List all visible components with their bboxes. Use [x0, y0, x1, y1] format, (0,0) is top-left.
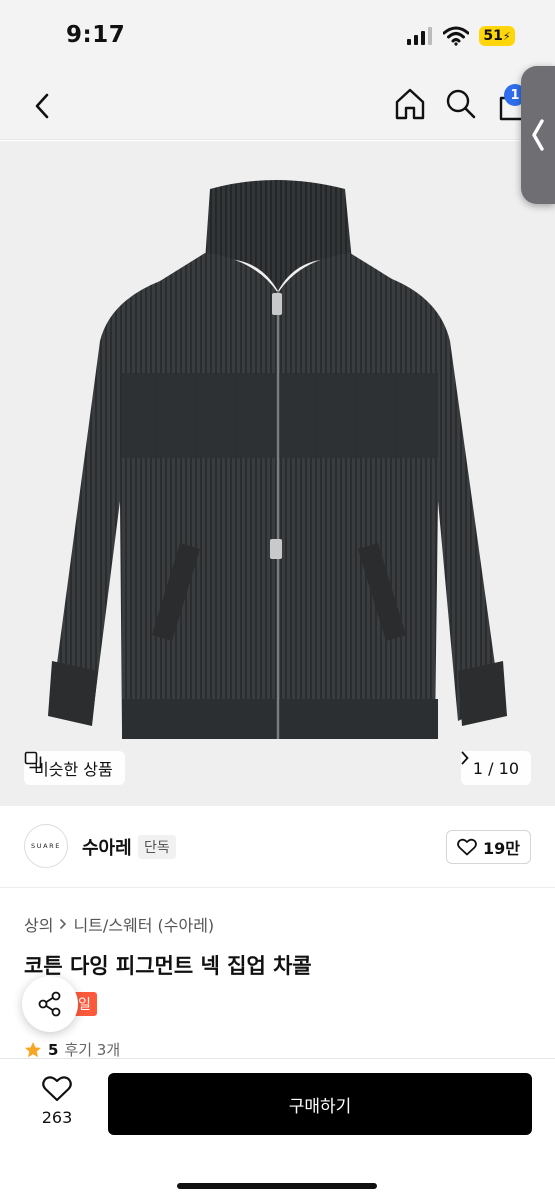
heart-icon [457, 838, 477, 856]
battery-icon: 51 ⚡ [479, 26, 515, 46]
heart-icon [42, 1076, 72, 1102]
image-counter-button[interactable]: 1 / 10 [460, 751, 531, 785]
promo-badge-text: 일 [78, 997, 91, 1013]
exclusive-badge: 단독 [138, 835, 176, 859]
search-icon [446, 89, 476, 119]
brand-row: SUARE 수아레 단독 19만 [0, 806, 555, 888]
side-panel-handle[interactable] [521, 66, 555, 204]
review-count: 후기 3개 [64, 1041, 121, 1059]
product-image-gallery[interactable]: 비슷한 상품 1 / 10 [0, 141, 555, 806]
back-button[interactable] [26, 88, 58, 124]
brand-name[interactable]: 수아레 [82, 834, 132, 860]
buy-button[interactable]: 구매하기 [108, 1073, 532, 1135]
breadcrumb-item[interactable]: 니트/스웨터 (수아레) [73, 912, 214, 936]
chevron-left-icon [35, 93, 49, 119]
wishlist-count: 263 [41, 1108, 73, 1127]
breadcrumb-item[interactable]: 상의 [24, 912, 53, 936]
brand-like-count: 19만 [483, 839, 520, 858]
star-icon [25, 1041, 41, 1057]
search-button[interactable] [444, 86, 478, 122]
battery-level: 51 [483, 28, 503, 44]
share-icon [38, 991, 61, 1017]
brand-logo[interactable]: SUARE [24, 824, 68, 868]
status-time: 9:17 [66, 22, 126, 48]
status-indicators: 51 ⚡ [407, 26, 515, 46]
chevron-right-icon [461, 751, 469, 765]
wifi-icon [443, 26, 469, 46]
breadcrumb: 상의 니트/스웨터 (수아레) [24, 912, 214, 936]
wishlist-button[interactable]: 263 [26, 1075, 88, 1137]
similar-products-button[interactable]: 비슷한 상품 [24, 751, 125, 785]
chevron-right-icon [60, 918, 67, 930]
status-bar: 9:17 51 ⚡ [0, 0, 555, 72]
rating-row[interactable]: 5 후기 3개 [24, 1039, 120, 1060]
top-navigation: 1 [0, 72, 555, 140]
product-title: 코튼 다잉 피그먼트 넥 집업 차콜 [24, 954, 312, 978]
product-photo [48, 180, 507, 739]
bottom-purchase-bar: 263 구매하기 [0, 1058, 555, 1200]
rating-value: 5 [48, 1040, 59, 1059]
brand-like-button[interactable]: 19만 [446, 830, 531, 864]
chevron-left-icon [532, 119, 544, 151]
home-indicator [177, 1183, 377, 1189]
share-button[interactable] [22, 976, 78, 1032]
home-button[interactable] [392, 86, 428, 122]
similar-items-icon [24, 751, 42, 769]
image-counter-text: 1 / 10 [472, 758, 519, 778]
similar-products-label: 비슷한 상품 [34, 760, 113, 779]
cellular-signal-icon [407, 27, 432, 45]
home-icon [395, 88, 425, 120]
